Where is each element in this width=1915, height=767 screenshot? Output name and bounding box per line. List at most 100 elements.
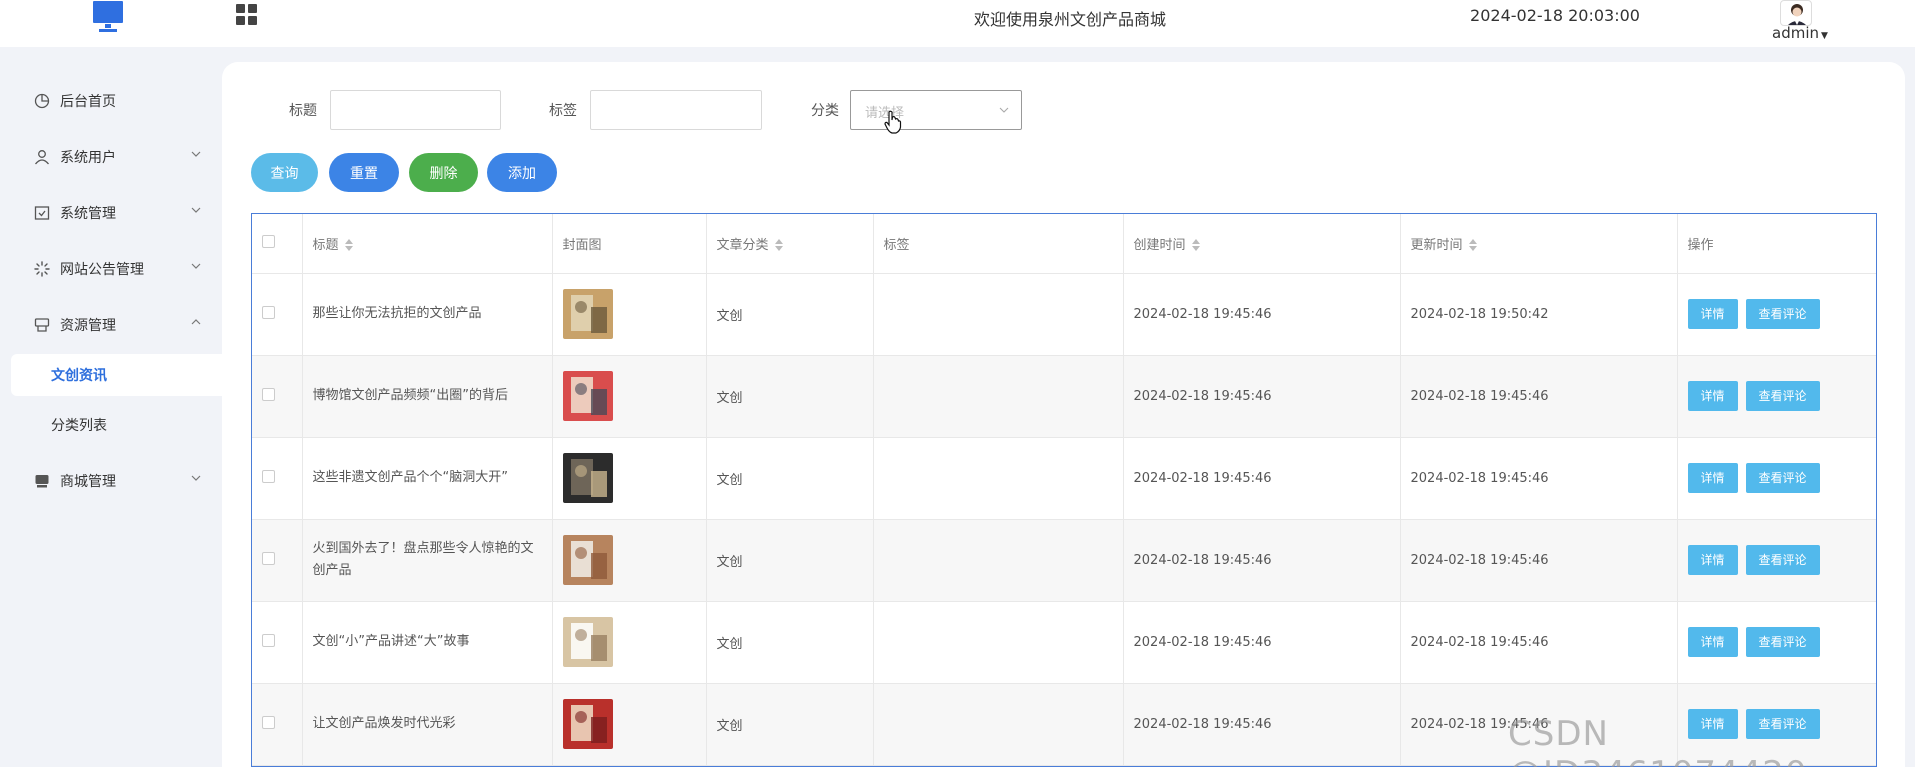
row-updated: 2024-02-18 19:45:46	[1400, 437, 1678, 520]
row-created: 2024-02-18 19:45:46	[1123, 519, 1401, 602]
sort-icon[interactable]	[1191, 239, 1200, 252]
apps-grid-icon[interactable]	[236, 4, 258, 26]
view-comments-button[interactable]: 查看评论	[1745, 709, 1820, 739]
sidebar-item-shop[interactable]: 商城管理	[0, 459, 222, 503]
cover-thumbnail[interactable]	[562, 289, 613, 339]
row-category: 文创	[706, 355, 874, 438]
header-title[interactable]: 标题	[302, 214, 553, 274]
row-checkbox[interactable]	[262, 469, 275, 483]
sidebar-item-announcements[interactable]: 网站公告管理	[0, 247, 222, 291]
detail-button[interactable]: 详情	[1687, 627, 1738, 657]
header-category[interactable]: 文章分类	[706, 214, 874, 274]
row-created: 2024-02-18 19:45:46	[1123, 601, 1401, 684]
chevron-down-icon	[999, 107, 1009, 113]
row-checkbox[interactable]	[262, 715, 275, 729]
cover-thumbnail[interactable]	[562, 535, 613, 585]
row-actions: 详情 查看评论	[1677, 683, 1876, 766]
row-created: 2024-02-18 19:45:46	[1123, 273, 1401, 356]
system-icon	[34, 206, 50, 220]
view-comments-button[interactable]: 查看评论	[1745, 463, 1820, 493]
view-comments-button[interactable]: 查看评论	[1745, 381, 1820, 411]
row-title: 这些非遗文创产品个个“脑洞大开”	[302, 437, 553, 520]
chevron-down-icon	[191, 151, 201, 157]
row-cover-cell	[552, 355, 707, 438]
detail-button[interactable]: 详情	[1687, 709, 1738, 739]
header-title-label: 标题	[312, 237, 339, 253]
avatar-icon	[1788, 4, 1806, 25]
cover-thumbnail[interactable]	[562, 371, 613, 421]
user-menu[interactable]: admin ▼	[1772, 24, 1828, 42]
row-updated: 2024-02-18 19:45:46	[1400, 355, 1678, 438]
table-row: 火到国外去了！盘点那些令人惊艳的文创产品 文创 2024-02-18 19:45:4…	[252, 519, 1876, 602]
view-comments-button[interactable]: 查看评论	[1745, 545, 1820, 575]
row-title: 那些让你无法抗拒的文创产品	[302, 273, 553, 356]
header-created[interactable]: 创建时间	[1123, 214, 1401, 274]
view-comments-button[interactable]: 查看评论	[1745, 627, 1820, 657]
row-checkbox[interactable]	[262, 633, 275, 647]
row-tags	[873, 437, 1124, 520]
sort-icon[interactable]	[344, 239, 353, 252]
row-category: 文创	[706, 683, 874, 766]
row-checkbox-cell	[252, 683, 303, 766]
row-checkbox[interactable]	[262, 387, 275, 401]
sidebar-item-resources[interactable]: 资源管理	[0, 303, 222, 347]
row-title: 文创“小”产品讲述“大”故事	[302, 601, 553, 684]
detail-button[interactable]: 详情	[1687, 463, 1738, 493]
table-body: 那些让你无法抗拒的文创产品 文创 2024-02-18 19:45:46 2024-0…	[252, 273, 1876, 766]
view-comments-button[interactable]: 查看评论	[1745, 299, 1820, 329]
cover-thumbnail[interactable]	[562, 617, 613, 667]
sort-icon[interactable]	[774, 239, 783, 252]
row-updated: 2024-02-18 19:45:46	[1400, 683, 1678, 766]
header-updated[interactable]: 更新时间	[1400, 214, 1678, 274]
row-tags	[873, 519, 1124, 602]
category-select[interactable]: 请选择	[850, 90, 1022, 130]
user-icon	[34, 150, 50, 165]
sidebar-item-system-users[interactable]: 系统用户	[0, 135, 222, 179]
cover-thumbnail[interactable]	[562, 453, 613, 503]
row-category: 文创	[706, 601, 874, 684]
row-category: 文创	[706, 437, 874, 520]
sidebar-item-dashboard[interactable]: 后台首页	[0, 79, 222, 123]
reset-button[interactable]: 重置	[329, 153, 399, 192]
sidebar-item-system-management[interactable]: 系统管理	[0, 191, 222, 235]
row-actions: 详情 查看评论	[1677, 437, 1876, 520]
sidebar-item-label: 系统用户	[60, 150, 116, 166]
current-datetime: 2024-02-18 20:03:00	[1470, 6, 1640, 25]
row-actions: 详情 查看评论	[1677, 355, 1876, 438]
tag-filter-input[interactable]	[590, 90, 762, 130]
row-actions: 详情 查看评论	[1677, 273, 1876, 356]
sort-icon[interactable]	[1468, 239, 1477, 252]
row-cover-cell	[552, 683, 707, 766]
row-category: 文创	[706, 519, 874, 602]
chevron-down-icon	[191, 207, 201, 213]
detail-button[interactable]: 详情	[1687, 299, 1738, 329]
header-cover: 封面图	[552, 214, 707, 274]
monitor-logo-icon	[93, 1, 123, 32]
detail-button[interactable]: 详情	[1687, 545, 1738, 575]
query-button[interactable]: 查询	[251, 153, 318, 192]
resource-icon	[34, 318, 50, 332]
row-checkbox-cell	[252, 601, 303, 684]
table-row: 文创“小”产品讲述“大”故事 文创 2024-02-18 19:45:46 2024-…	[252, 601, 1876, 684]
add-button[interactable]: 添加	[487, 153, 557, 192]
header-actions: 操作	[1677, 214, 1876, 274]
row-actions: 详情 查看评论	[1677, 519, 1876, 602]
delete-button[interactable]: 删除	[409, 153, 478, 192]
select-all-checkbox[interactable]	[262, 234, 275, 248]
detail-button[interactable]: 详情	[1687, 381, 1738, 411]
pie-chart-icon	[34, 93, 50, 109]
sidebar-subitem-categories[interactable]: 分类列表	[11, 404, 222, 446]
sidebar-item-label: 系统管理	[60, 206, 116, 222]
cover-thumbnail[interactable]	[562, 699, 613, 749]
avatar[interactable]	[1780, 0, 1812, 26]
row-checkbox[interactable]	[262, 551, 275, 565]
header-created-label: 创建时间	[1133, 237, 1186, 253]
sidebar: 后台首页 系统用户 系统管理 网站公告管理 资源管理 文创资讯 分类列表 商城管…	[0, 47, 222, 767]
sidebar-subitem-articles[interactable]: 文创资讯	[11, 354, 222, 396]
row-updated: 2024-02-18 19:45:46	[1400, 601, 1678, 684]
sidebar-item-label: 网站公告管理	[60, 262, 144, 278]
row-checkbox[interactable]	[262, 305, 275, 319]
title-filter-input[interactable]	[330, 90, 501, 130]
header-updated-label: 更新时间	[1410, 237, 1463, 253]
sidebar-item-label: 资源管理	[60, 318, 116, 334]
